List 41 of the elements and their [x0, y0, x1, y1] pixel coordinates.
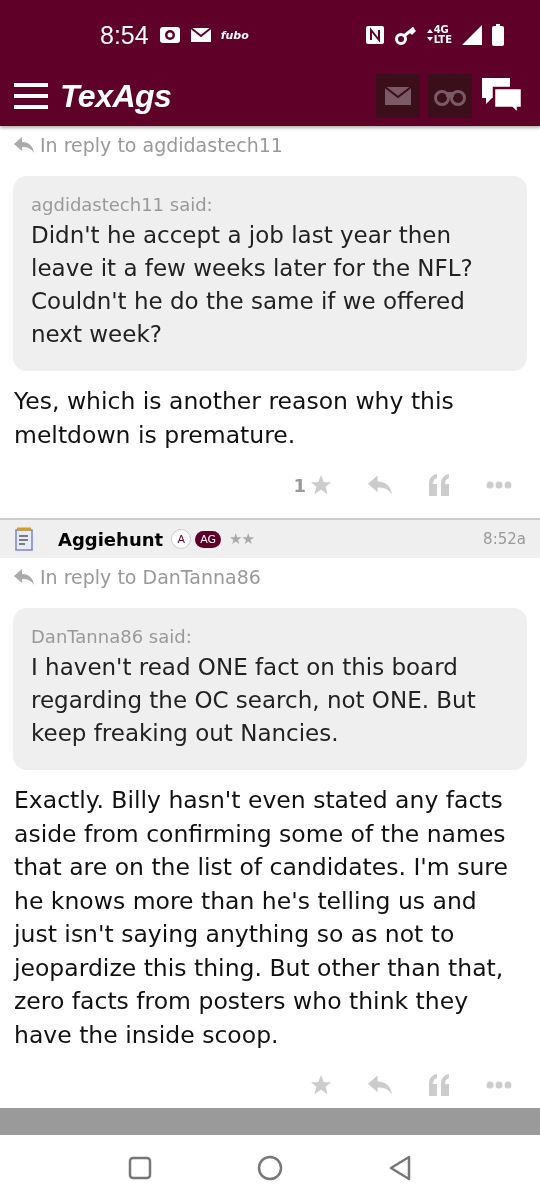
- app-notification-label: fubo: [220, 28, 249, 42]
- radio-icon: [158, 26, 181, 44]
- status-time: 8:54: [100, 20, 149, 50]
- more-icon[interactable]: [486, 1081, 512, 1089]
- site-logo[interactable]: TexAgs: [60, 77, 172, 115]
- like-count: 1: [293, 474, 306, 496]
- reply-icon[interactable]: [368, 1075, 392, 1095]
- user-badge: A: [171, 529, 192, 549]
- quote-author: agdidastech11 said:: [31, 194, 214, 215]
- data-arrows-icon: [426, 28, 433, 42]
- back-icon[interactable]: [388, 1154, 412, 1181]
- quote-author: DanTanna86 said:: [31, 626, 193, 647]
- rank-stars: ★★: [229, 530, 254, 548]
- reply-icon: [14, 137, 34, 153]
- reply-icon[interactable]: [368, 475, 392, 495]
- notepad-icon: [14, 527, 34, 551]
- recents-icon[interactable]: [128, 1155, 152, 1180]
- post-text: Exactly. Billy hasn't even stated any facts aside from confirming some of the names that are on the list of candidates. I'm sure he knows more than he's telling us and just isn't saying anything so as not to jeopardize this thing. But other than that, zero facts from posters who think they have the inside scoop.: [12, 785, 509, 1051]
- network-indicator: 4G LTE: [426, 25, 452, 45]
- username[interactable]: Aggiehunt: [58, 528, 164, 550]
- star-icon[interactable]: [310, 1074, 332, 1096]
- quote-text: Didn't he accept a job last year then leave it a few weeks later for the NFL? Couldn't he do the same if we offered next week?: [31, 221, 474, 349]
- user-badge: AG: [195, 530, 221, 548]
- post-text: Yes, which is another reason why this meltdown is premature.: [13, 386, 455, 451]
- binoculars-button[interactable]: [428, 74, 472, 118]
- quote-text: I haven't read ONE fact on this board regarding the OC search, not ONE. But keep freaking out Nancies.: [31, 653, 477, 748]
- mail-icon: [190, 27, 211, 43]
- quote-icon[interactable]: [428, 1074, 450, 1096]
- home-icon[interactable]: [257, 1154, 283, 1181]
- quote-icon[interactable]: [428, 474, 450, 496]
- nfc-icon: [364, 25, 385, 45]
- more-icon[interactable]: [486, 481, 512, 489]
- mail-icon: [385, 87, 411, 105]
- menu-icon[interactable]: [14, 83, 48, 109]
- post-time: 8:52a: [483, 530, 526, 548]
- reply-icon: [14, 569, 34, 585]
- key-icon: [394, 25, 417, 45]
- battery-icon: [492, 24, 504, 46]
- star-icon[interactable]: [310, 474, 332, 496]
- messages-button[interactable]: [376, 74, 420, 118]
- signal-icon: [462, 25, 482, 45]
